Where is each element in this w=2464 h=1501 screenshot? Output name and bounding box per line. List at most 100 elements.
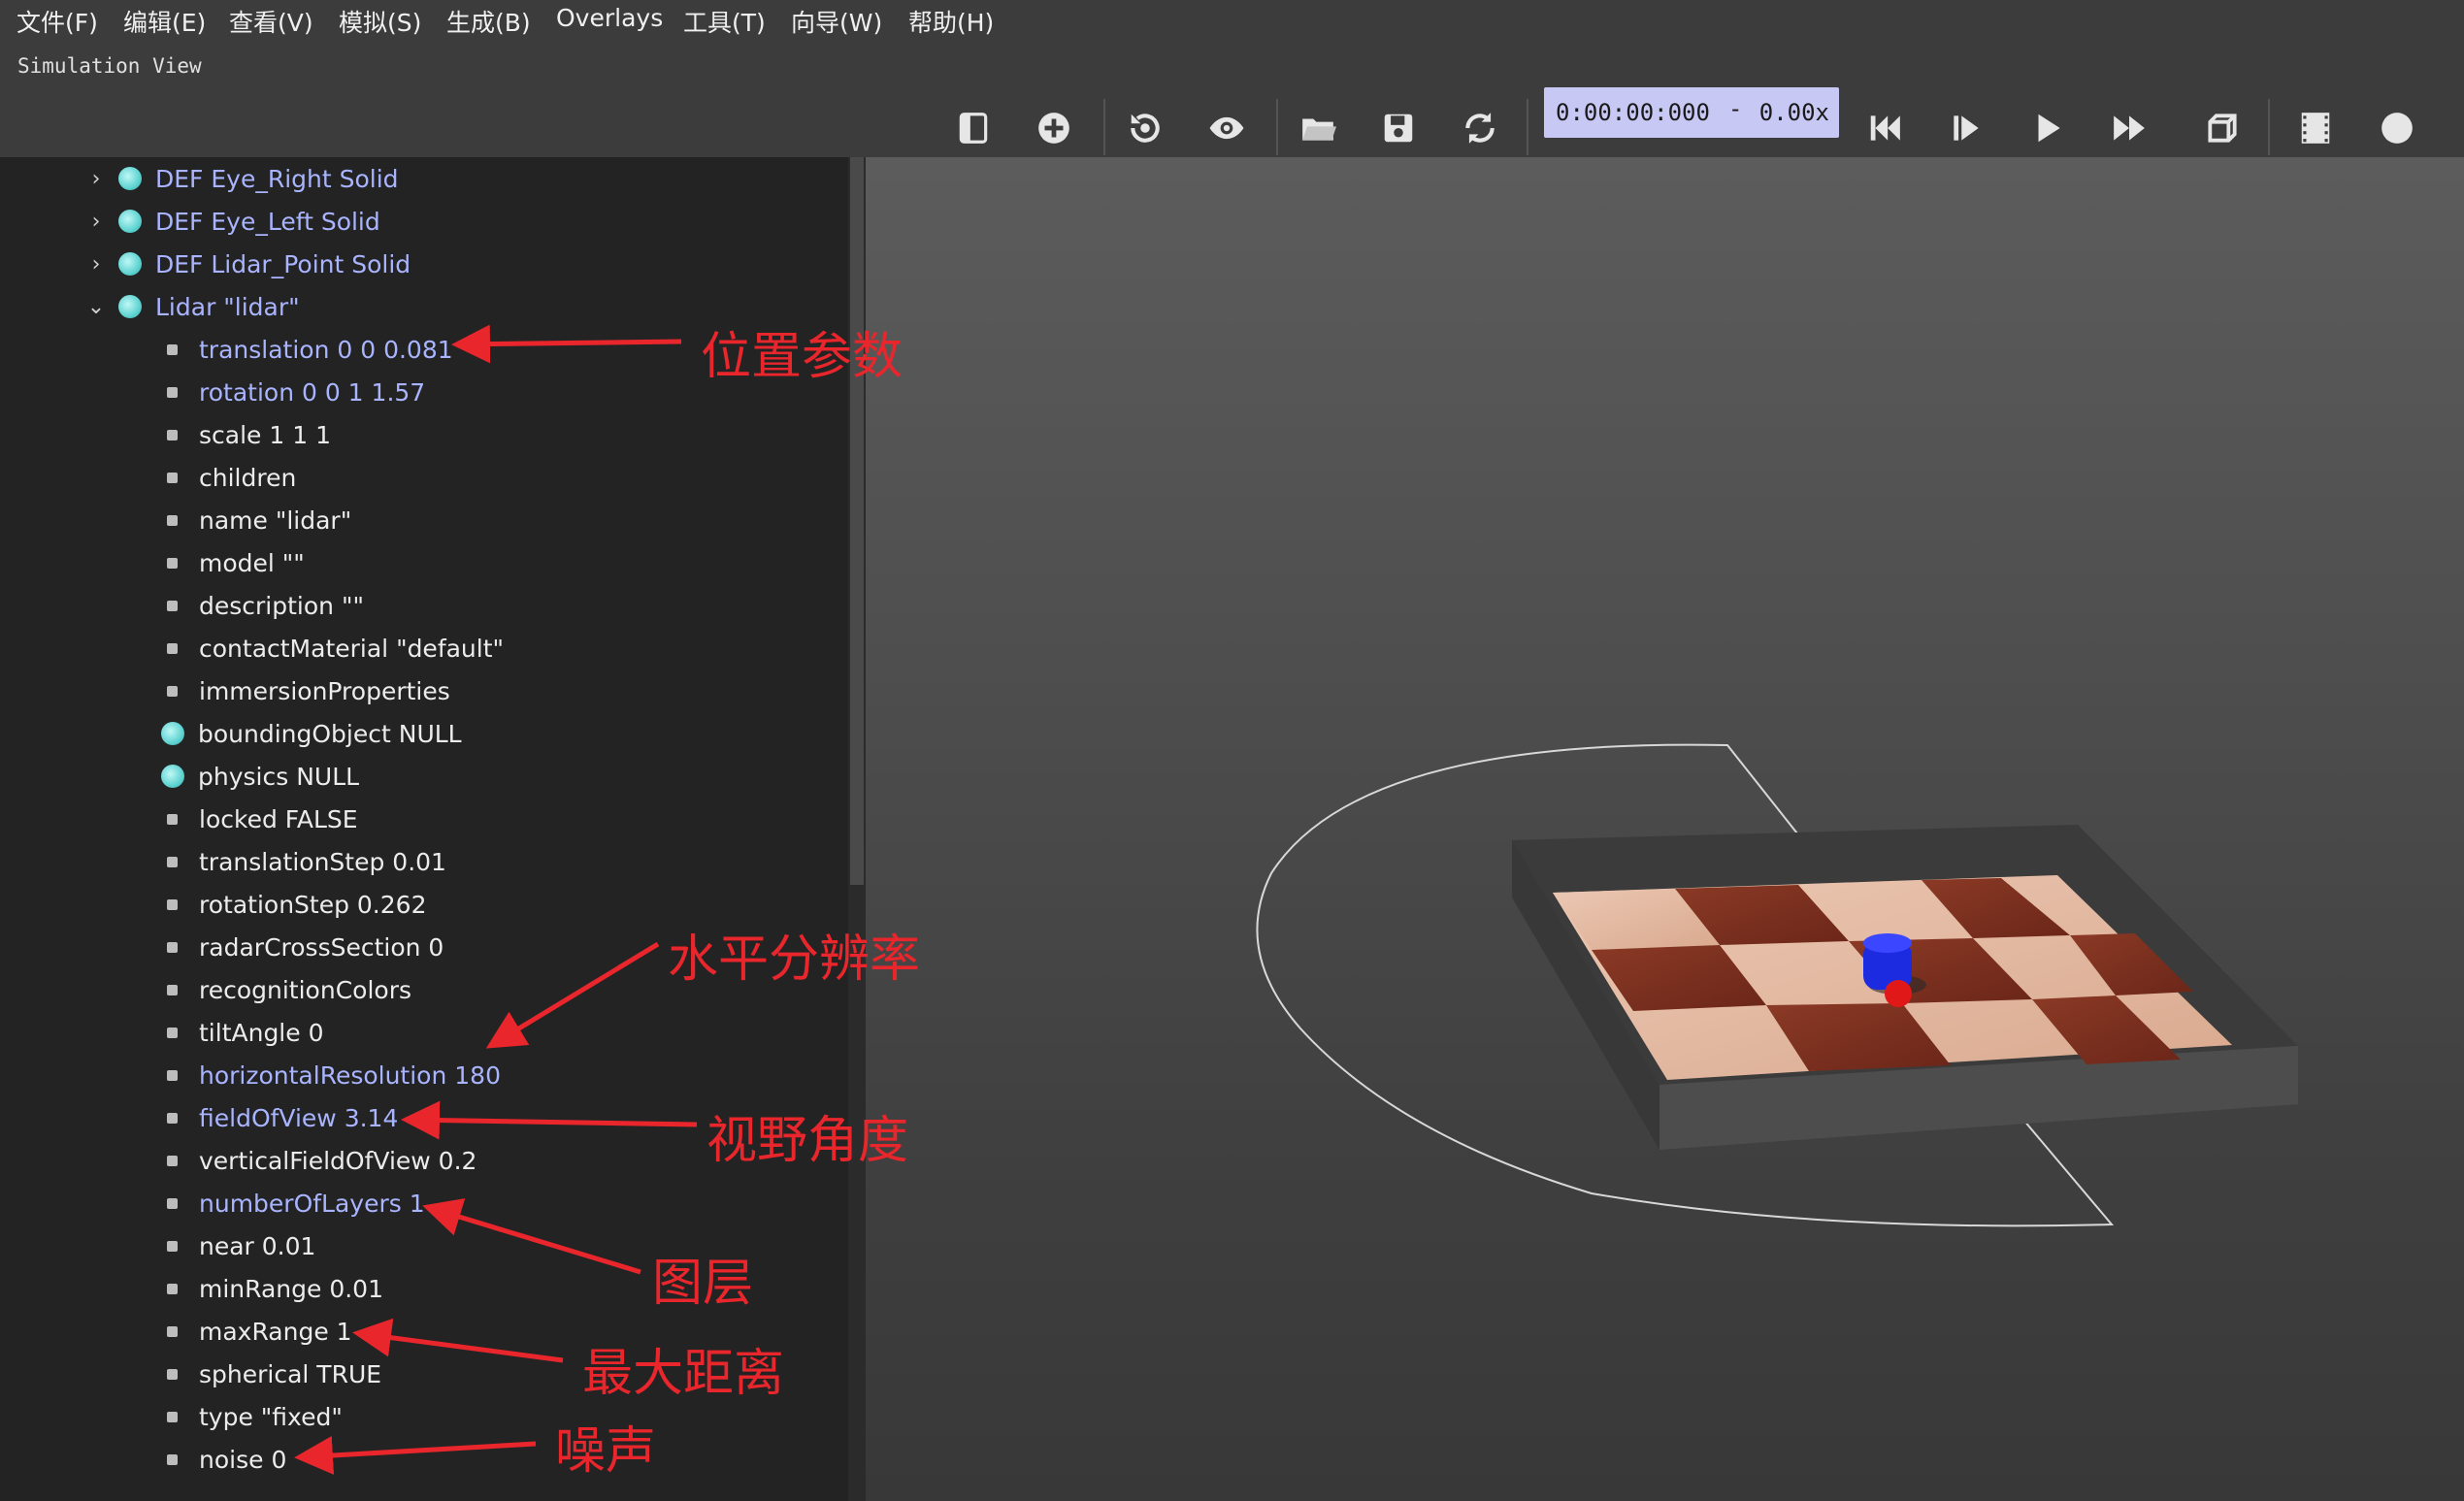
toolbar-separator [1527, 99, 1528, 155]
tree-field-row[interactable]: children [167, 456, 296, 499]
annotation-field-of-view: 视野角度 [706, 1112, 909, 1170]
3d-viewport[interactable] [866, 157, 2464, 1501]
tree-field-row[interactable]: recognitionColors [167, 968, 411, 1011]
annotation-noise: 噪声 [555, 1422, 657, 1481]
field-bullet-icon [167, 1027, 178, 1038]
tree-field-row[interactable]: spherical TRUE [167, 1353, 381, 1395]
field-bullet-icon [167, 813, 178, 825]
chevron-right-icon[interactable]: › [85, 252, 107, 277]
tree-item-label: children [199, 463, 297, 492]
record-icon[interactable] [2374, 105, 2420, 151]
menu-overlays[interactable]: Overlays [556, 4, 663, 32]
tree-node-row[interactable]: ⌄ Lidar "lidar" [85, 285, 300, 328]
menu-build[interactable]: 生成(B) [446, 4, 531, 39]
simulation-clock: 0:00:00:000 - 0.00x [1544, 43, 1839, 138]
menu-simulation[interactable]: 模拟(S) [339, 4, 421, 39]
tree-field-row[interactable]: maxRange 1 [167, 1310, 352, 1353]
field-bullet-icon [167, 984, 178, 995]
annotation-layers: 图层 [652, 1255, 754, 1313]
tree-field-row[interactable]: locked FALSE [167, 798, 358, 840]
tree-item-label: rotationStep 0.262 [199, 890, 427, 919]
field-bullet-icon [167, 856, 178, 867]
3d-view-icon[interactable] [2199, 105, 2246, 151]
tree-field-row[interactable]: rotation 0 0 1 1.57 [167, 371, 425, 413]
tree-item-label: radarCrossSection 0 [199, 932, 444, 962]
menu-help[interactable]: 帮助(H) [908, 4, 994, 39]
fast-forward-icon[interactable] [2106, 105, 2152, 151]
tree-item-label: translationStep 0.01 [199, 847, 446, 876]
field-bullet-icon [167, 1325, 178, 1337]
tree-field-row[interactable]: tiltAngle 0 [167, 1011, 324, 1054]
movie-icon[interactable] [2292, 105, 2339, 151]
tree-item-label: recognitionColors [199, 975, 411, 1004]
tree-field-row[interactable]: type "fixed" [167, 1395, 343, 1438]
field-bullet-icon [167, 941, 178, 953]
step-icon[interactable] [1943, 105, 1989, 151]
tree-field-row[interactable]: scale 1 1 1 [167, 413, 331, 456]
tree-field-row[interactable]: description "" [167, 584, 364, 627]
menu-file[interactable]: 文件(F) [16, 4, 98, 39]
tree-field-row[interactable]: immersionProperties [167, 669, 450, 712]
node-sphere-icon [118, 295, 142, 318]
node-sphere-icon [118, 167, 142, 190]
tree-field-row[interactable]: minRange 0.01 [167, 1267, 383, 1310]
tree-item-label: name "lidar" [199, 506, 352, 535]
tree-field-row[interactable]: model "" [167, 541, 305, 584]
annotation-position: 位置参数 [701, 328, 903, 386]
tree-field-row[interactable]: horizontalResolution 180 [167, 1054, 501, 1096]
scrollbar-thumb[interactable] [850, 157, 864, 885]
scene-render [1256, 743, 2298, 1227]
field-bullet-icon [167, 1155, 178, 1166]
field-bullet-icon [167, 343, 178, 355]
node-sphere-icon [118, 252, 142, 276]
tree-field-row[interactable]: name "lidar" [167, 499, 351, 541]
tree-field-row[interactable]: contactMaterial "default" [167, 627, 504, 669]
tree-item-label: DEF Lidar_Point Solid [155, 249, 411, 278]
chevron-down-icon[interactable]: ⌄ [85, 295, 107, 319]
menu-view[interactable]: 查看(V) [229, 4, 313, 39]
tree-node-row[interactable]: boundingObject NULL [161, 712, 462, 755]
tree-item-label: spherical TRUE [199, 1359, 382, 1388]
field-bullet-icon [167, 1069, 178, 1081]
field-bullet-icon [167, 514, 178, 526]
tree-item-label: immersionProperties [199, 676, 450, 705]
tree-field-row[interactable]: translation 0 0 0.081 [167, 328, 453, 371]
tree-node-row[interactable]: › DEF Eye_Left Solid [85, 200, 380, 243]
tree-field-row[interactable]: translationStep 0.01 [167, 840, 446, 883]
menu-tools[interactable]: 工具(T) [683, 4, 766, 39]
menu-edit[interactable]: 编辑(E) [123, 4, 206, 39]
tree-field-row[interactable]: noise 0 [167, 1438, 286, 1481]
tree-item-label: DEF Eye_Right Solid [155, 164, 399, 193]
field-bullet-icon [167, 1453, 178, 1465]
reset-view-icon[interactable] [1122, 105, 1168, 151]
toolbar-separator [2268, 99, 2270, 155]
tree-item-label: boundingObject NULL [198, 719, 462, 748]
reload-icon[interactable] [1457, 105, 1503, 151]
tree-item-label: noise 0 [199, 1445, 287, 1474]
tree-node-row[interactable]: › DEF Lidar_Point Solid [85, 243, 411, 285]
tree-field-row[interactable]: verticalFieldOfView 0.2 [167, 1139, 476, 1182]
play-icon[interactable] [2024, 105, 2071, 151]
tree-item-label: DEF Eye_Left Solid [155, 207, 380, 236]
chevron-right-icon[interactable]: › [85, 210, 107, 234]
toolbar-separator [1103, 99, 1105, 155]
time-display: 0:00:00:000 [1556, 99, 1710, 126]
add-node-icon[interactable] [1031, 105, 1077, 151]
toolbar-area: Simulation View 0:00:00:000 - 0.00x [0, 43, 2464, 157]
save-icon[interactable] [1375, 105, 1422, 151]
eye-icon[interactable] [1203, 105, 1250, 151]
tree-field-row[interactable]: fieldOfView 3.14 [167, 1096, 398, 1139]
menu-wizards[interactable]: 向导(W) [791, 4, 882, 39]
tree-item-label: near 0.01 [199, 1231, 316, 1260]
tree-node-row[interactable]: physics NULL [161, 755, 359, 798]
panel-toggle-icon[interactable] [950, 105, 997, 151]
chevron-right-icon[interactable]: › [85, 167, 107, 191]
tree-field-row[interactable]: rotationStep 0.262 [167, 883, 426, 926]
step-back-icon[interactable] [1861, 105, 1908, 151]
tree-node-row[interactable]: › DEF Eye_Right Solid [85, 157, 399, 200]
open-folder-icon[interactable] [1295, 105, 1341, 151]
tree-field-row[interactable]: near 0.01 [167, 1224, 315, 1267]
tree-field-row[interactable]: numberOfLayers 1 [167, 1182, 425, 1224]
tree-field-row[interactable]: radarCrossSection 0 [167, 926, 444, 968]
tree-item-label: physics NULL [198, 762, 360, 791]
